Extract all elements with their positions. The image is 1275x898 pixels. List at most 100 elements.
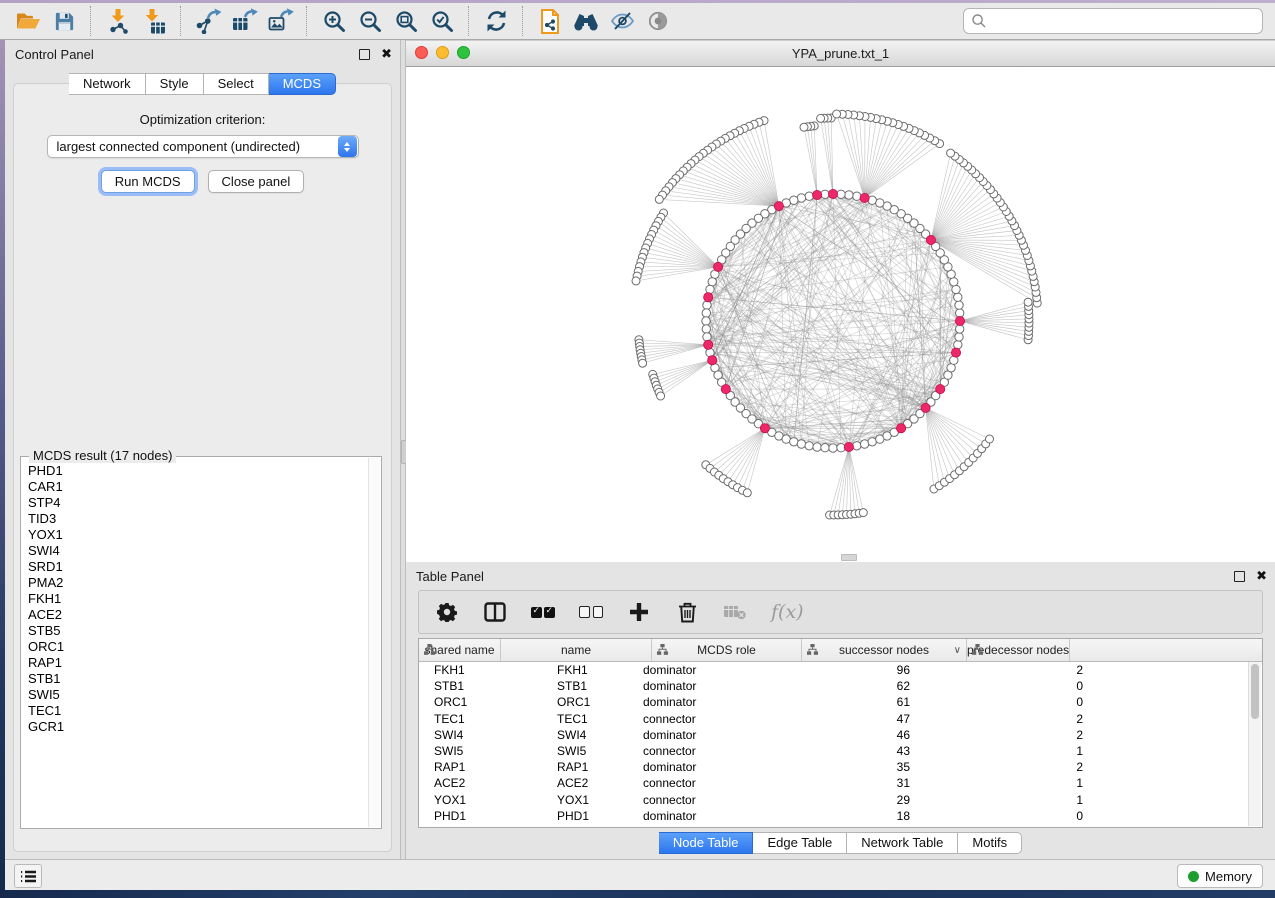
trash-icon[interactable] <box>675 600 699 624</box>
mcds-result-item[interactable]: GCR1 <box>28 719 369 735</box>
network-window-titlebar[interactable]: YPA_prune.txt_1 <box>406 40 1275 67</box>
binoculars-icon[interactable] <box>568 5 604 37</box>
column-header[interactable]: shared name <box>419 639 501 661</box>
table-row[interactable]: SWI5SWI5connector431 <box>419 743 1262 759</box>
table-toolbar: f(x) <box>418 590 1263 634</box>
control-panel: Control Panel ✖ NetworkStyleSelectMCDS O… <box>5 40 400 860</box>
mcds-result-item[interactable]: FKH1 <box>28 591 369 607</box>
tab-Select[interactable]: Select <box>204 73 269 95</box>
horizontal-splitter-handle[interactable] <box>841 554 857 561</box>
refresh-icon[interactable] <box>478 5 514 37</box>
float-panel-icon[interactable] <box>359 49 370 60</box>
table-row[interactable]: RAP1RAP1dominator352 <box>419 759 1262 775</box>
delete-table-icon-disabled <box>723 600 747 624</box>
hierarchy-icon <box>972 644 983 658</box>
split-columns-icon[interactable] <box>483 600 507 624</box>
mcds-result-item[interactable]: TEC1 <box>28 703 369 719</box>
table-tabs: Node TableEdge TableNetwork TableMotifs <box>406 832 1275 854</box>
tab-Node Table[interactable]: Node Table <box>659 832 754 854</box>
toolbar-separator <box>180 6 182 36</box>
table-row[interactable]: STB1STB1dominator620 <box>419 678 1262 694</box>
search-field[interactable] <box>963 8 1263 34</box>
memory-label: Memory <box>1205 869 1252 884</box>
close-panel-button[interactable]: Close panel <box>208 170 305 193</box>
column-header[interactable]: successor nodes∨ <box>802 639 967 661</box>
network-window-title: YPA_prune.txt_1 <box>792 46 889 61</box>
table-row[interactable]: YOX1YOX1connector291 <box>419 792 1262 808</box>
export-table-icon[interactable] <box>226 5 262 37</box>
table-row[interactable]: SWI4SWI4dominator462 <box>419 727 1262 743</box>
mcds-result-item[interactable]: STB1 <box>28 671 369 687</box>
mcds-result-item[interactable]: SWI5 <box>28 687 369 703</box>
table-scrollbar-thumb[interactable] <box>1251 664 1259 719</box>
desktop-wallpaper-bottom <box>0 890 1275 898</box>
eye-hide-icon[interactable] <box>604 5 640 37</box>
network-canvas[interactable] <box>406 67 1275 562</box>
table-panel-title: Table Panel <box>416 569 484 584</box>
task-history-button[interactable] <box>14 864 42 888</box>
column-header[interactable]: MCDS role <box>652 639 802 661</box>
column-header[interactable]: predecessor nodes <box>967 639 1070 661</box>
close-table-panel-icon[interactable]: ✖ <box>1256 571 1267 581</box>
table-scrollbar[interactable] <box>1248 662 1261 826</box>
mcds-result-item[interactable]: PMA2 <box>28 575 369 591</box>
eye-icon[interactable] <box>640 5 676 37</box>
column-header[interactable]: name <box>501 639 652 661</box>
zoom-fit-icon[interactable] <box>388 5 424 37</box>
tab-Edge Table[interactable]: Edge Table <box>753 832 847 854</box>
plus-icon[interactable] <box>627 600 651 624</box>
export-image-icon[interactable] <box>262 5 298 37</box>
table-header: shared namenameMCDS rolesuccessor nodes∨… <box>419 639 1262 662</box>
function-icon-disabled: f(x) <box>771 601 804 623</box>
mcds-result-item[interactable]: PHD1 <box>28 463 369 479</box>
table-row[interactable]: PHD1PHD1dominator180 <box>419 808 1262 824</box>
tab-Network[interactable]: Network <box>69 73 146 95</box>
mcds-result-item[interactable]: STB5 <box>28 623 369 639</box>
folder-open-icon[interactable] <box>10 5 46 37</box>
mcds-result-item[interactable]: ACE2 <box>28 607 369 623</box>
window-close-icon[interactable] <box>415 46 428 59</box>
table-row[interactable]: ACE2ACE2connector311 <box>419 775 1262 791</box>
export-network-icon[interactable] <box>190 5 226 37</box>
unchecked-boxes-icon[interactable] <box>579 600 603 624</box>
import-table-icon[interactable] <box>136 5 172 37</box>
search-input[interactable] <box>987 10 1262 32</box>
optimization-criterion-select[interactable]: largest connected component (undirected) <box>47 135 359 158</box>
memory-button[interactable]: Memory <box>1177 864 1263 888</box>
import-network-icon[interactable] <box>100 5 136 37</box>
checked-boxes-icon[interactable] <box>531 600 555 624</box>
result-scrollbar[interactable] <box>368 458 380 827</box>
mcds-result-box: MCDS result (17 nodes) PHD1CAR1STP4TID3Y… <box>20 456 382 829</box>
table-row[interactable]: TEC1TEC1connector472 <box>419 711 1262 727</box>
zoom-out-icon[interactable] <box>352 5 388 37</box>
tab-Network Table[interactable]: Network Table <box>847 832 958 854</box>
zoom-selected-icon[interactable] <box>424 5 460 37</box>
dropdown-stepper-icon <box>338 136 357 157</box>
close-panel-icon[interactable]: ✖ <box>381 49 392 59</box>
main-toolbar <box>0 3 1275 40</box>
tab-MCDS[interactable]: MCDS <box>269 73 336 95</box>
mcds-result-item[interactable]: SRD1 <box>28 559 369 575</box>
status-bar: Memory <box>5 859 1275 890</box>
new-network-icon[interactable] <box>532 5 568 37</box>
mcds-result-item[interactable]: TID3 <box>28 511 369 527</box>
mcds-result-item[interactable]: SWI4 <box>28 543 369 559</box>
zoom-in-icon[interactable] <box>316 5 352 37</box>
mcds-result-item[interactable]: STP4 <box>28 495 369 511</box>
tab-Motifs[interactable]: Motifs <box>958 832 1022 854</box>
network-graph[interactable] <box>406 67 1275 562</box>
run-mcds-button[interactable]: Run MCDS <box>101 170 195 193</box>
mcds-result-item[interactable]: YOX1 <box>28 527 369 543</box>
table-row[interactable]: ORC1ORC1dominator610 <box>419 694 1262 710</box>
mcds-result-item[interactable]: CAR1 <box>28 479 369 495</box>
window-minimize-icon[interactable] <box>436 46 449 59</box>
mcds-result-item[interactable]: RAP1 <box>28 655 369 671</box>
save-icon[interactable] <box>46 5 82 37</box>
tab-Style[interactable]: Style <box>146 73 204 95</box>
gear-icon[interactable] <box>435 600 459 624</box>
toolbar-separator <box>522 6 524 36</box>
window-maximize-icon[interactable] <box>457 46 470 59</box>
table-row[interactable]: FKH1FKH1dominator962 <box>419 662 1262 678</box>
mcds-result-item[interactable]: ORC1 <box>28 639 369 655</box>
float-table-panel-icon[interactable] <box>1234 571 1245 582</box>
